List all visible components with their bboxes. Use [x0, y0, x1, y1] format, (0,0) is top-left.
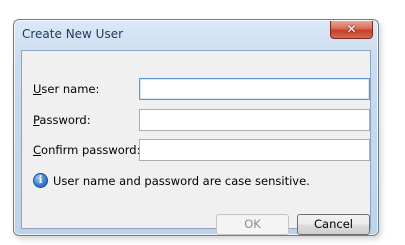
- password-input[interactable]: [139, 109, 370, 131]
- password-label: Password:: [33, 113, 91, 127]
- ok-button[interactable]: OK: [216, 214, 289, 235]
- cancel-button[interactable]: Cancel: [297, 214, 370, 235]
- info-icon: i: [33, 173, 48, 188]
- create-new-user-dialog: Create New User ✕ User name: Password: C…: [13, 19, 379, 236]
- info-message: i User name and password are case sensit…: [33, 173, 310, 188]
- dialog-body: User name: Password: Confirm password: i…: [21, 50, 371, 235]
- dialog-title: Create New User: [22, 27, 124, 41]
- close-button[interactable]: ✕: [330, 21, 373, 39]
- close-icon: ✕: [346, 22, 357, 36]
- confirm-password-label: Confirm password:: [33, 143, 141, 157]
- info-text: User name and password are case sensitiv…: [53, 173, 310, 188]
- user-name-label: User name:: [33, 82, 100, 96]
- confirm-password-input[interactable]: [139, 139, 370, 161]
- user-name-input[interactable]: [139, 78, 370, 100]
